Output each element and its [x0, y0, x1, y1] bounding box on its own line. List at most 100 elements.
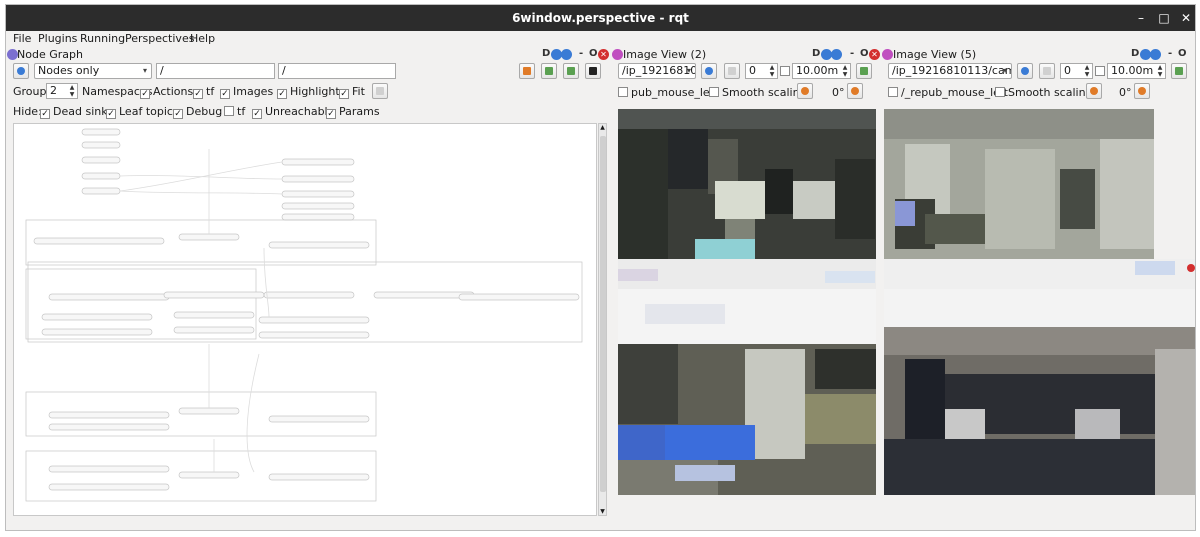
- image-view-2-save-button[interactable]: [856, 63, 872, 79]
- image-view-5-help-icon[interactable]: [1150, 49, 1161, 60]
- graph-node[interactable]: [81, 172, 121, 180]
- image-view-5-max-spinbox[interactable]: 10.00m ▲ ▼: [1107, 63, 1166, 79]
- menu-running[interactable]: Running: [80, 32, 125, 45]
- graph-node[interactable]: [48, 483, 170, 491]
- save-svg-button[interactable]: [563, 63, 579, 79]
- image-view-2-pub-checkbox[interactable]: pub_mouse_left: [618, 86, 718, 99]
- title-bar[interactable]: 6window.perspective - rqt – □ ✕: [6, 5, 1195, 31]
- image-view-5-dock-d[interactable]: D: [1131, 48, 1139, 59]
- graph-node[interactable]: [263, 291, 355, 299]
- graph-node[interactable]: [458, 293, 580, 301]
- save-dot-button[interactable]: [541, 63, 557, 79]
- image-view-2-smooth-checkbox[interactable]: Smooth scaling: [709, 86, 807, 99]
- node-graph-float[interactable]: O: [589, 48, 598, 59]
- image-view-2-topic-select[interactable]: /ip_19216810 ▾: [618, 63, 696, 79]
- graph-node[interactable]: [178, 233, 240, 241]
- refresh-graph-button[interactable]: [13, 63, 29, 79]
- image-view-5-float[interactable]: O: [1178, 48, 1187, 59]
- debug-checkbox[interactable]: ✓ Debug: [173, 105, 222, 119]
- tf-checkbox[interactable]: ✓ tf: [193, 85, 214, 99]
- image-view-2-refresh-button[interactable]: [701, 63, 717, 79]
- graph-node[interactable]: [48, 465, 170, 473]
- node-graph-dock-d[interactable]: D: [542, 48, 550, 59]
- image-view-2-dock-d[interactable]: D: [812, 48, 820, 59]
- topic-filter-input[interactable]: /: [278, 63, 396, 79]
- graph-node[interactable]: [281, 158, 355, 166]
- maximize-icon[interactable]: □: [1156, 10, 1172, 26]
- actions-checkbox[interactable]: ✓ Actions: [140, 85, 193, 99]
- spin-arrows-icon[interactable]: ▲ ▼: [841, 64, 849, 78]
- close-icon[interactable]: ✕: [1178, 10, 1194, 26]
- image-view-5-topic-select[interactable]: /ip_19216810113/camer ▾: [888, 63, 1012, 79]
- scroll-down-icon[interactable]: ▼: [599, 508, 606, 515]
- graph-node[interactable]: [48, 411, 170, 419]
- graph-node[interactable]: [258, 331, 370, 339]
- menu-file[interactable]: File: [13, 32, 31, 45]
- params-checkbox[interactable]: ✓ Params: [326, 105, 380, 119]
- camera-image-area[interactable]: [605, 109, 1195, 495]
- node-filter-input[interactable]: /: [156, 63, 275, 79]
- image-view-5-title-bar[interactable]: Image View (5) D - O: [882, 47, 1195, 63]
- highlight-checkbox[interactable]: ✓ Highlight: [277, 85, 340, 99]
- graph-node[interactable]: [48, 423, 170, 431]
- graph-node[interactable]: [268, 415, 370, 423]
- graph-node[interactable]: [81, 187, 121, 195]
- group-spinbox[interactable]: 2 ▲ ▼: [46, 83, 78, 99]
- image-view-5-rotate-left-button[interactable]: [1086, 83, 1102, 99]
- node-graph-minimize[interactable]: -: [579, 48, 583, 59]
- spin-arrows-icon[interactable]: ▲ ▼: [1156, 64, 1164, 78]
- graph-node[interactable]: [281, 175, 355, 183]
- image-view-5-save-button[interactable]: [1171, 63, 1187, 79]
- image-view-5-pub-checkbox[interactable]: /_repub_mouse_left: [888, 86, 1008, 99]
- image-view-2-title-bar[interactable]: Image View (2) D - O ✕: [612, 47, 882, 63]
- graph-node[interactable]: [81, 156, 121, 164]
- graph-node[interactable]: [281, 190, 355, 198]
- node-graph-close-icon[interactable]: ✕: [598, 49, 609, 60]
- graph-node[interactable]: [173, 311, 255, 319]
- image-view-2-max-spinbox[interactable]: 10.00m ▲ ▼: [792, 63, 851, 79]
- graph-node[interactable]: [81, 141, 121, 149]
- graph-node[interactable]: [41, 328, 153, 336]
- load-dot-button[interactable]: [519, 63, 535, 79]
- image-view-5-refresh-button[interactable]: [1017, 63, 1033, 79]
- graph-node[interactable]: [178, 407, 240, 415]
- graph-mode-select[interactable]: Nodes only ▾: [34, 63, 152, 79]
- image-view-2-min-spinbox[interactable]: 0 ▲ ▼: [745, 63, 778, 79]
- image-view-2-help-icon[interactable]: [831, 49, 842, 60]
- graph-node[interactable]: [178, 471, 240, 479]
- menu-plugins[interactable]: Plugins: [38, 32, 77, 45]
- menu-perspectives[interactable]: Perspectives: [125, 32, 194, 45]
- graph-node[interactable]: [268, 473, 370, 481]
- image-view-2-float[interactable]: O: [860, 48, 869, 59]
- images-checkbox[interactable]: ✓ Images: [220, 85, 273, 99]
- graph-node[interactable]: [258, 316, 370, 324]
- spin-arrows-icon[interactable]: ▲ ▼: [1083, 64, 1091, 78]
- image-view-5-min-spinbox[interactable]: 0 ▲ ▼: [1060, 63, 1093, 79]
- image-view-2-zoom-button[interactable]: [724, 63, 740, 79]
- image-view-5-smooth-checkbox[interactable]: Smooth scaling: [995, 86, 1093, 99]
- image-view-2-close-icon[interactable]: ✕: [869, 49, 880, 60]
- image-view-5-minimize[interactable]: -: [1168, 48, 1172, 59]
- node-graph-title-bar[interactable]: Node Graph D - O ✕: [6, 47, 612, 63]
- graph-node[interactable]: [173, 326, 255, 334]
- save-image-button[interactable]: [585, 63, 601, 79]
- fit-checkbox[interactable]: ✓ Fit: [339, 85, 365, 99]
- graph-node[interactable]: [33, 237, 165, 245]
- graph-node[interactable]: [163, 291, 265, 299]
- node-graph-help-icon[interactable]: [561, 49, 572, 60]
- image-view-5-rotate-right-button[interactable]: [1134, 83, 1150, 99]
- graph-node[interactable]: [81, 128, 121, 136]
- graph-node[interactable]: [281, 213, 355, 221]
- unreachable-checkbox[interactable]: ✓ Unreachable: [252, 105, 334, 119]
- hide-tf-checkbox[interactable]: tf: [224, 105, 245, 118]
- menu-help[interactable]: Help: [190, 32, 215, 45]
- graph-node[interactable]: [281, 202, 355, 210]
- minimize-icon[interactable]: –: [1133, 10, 1149, 26]
- fit-in-view-button[interactable]: [372, 83, 388, 99]
- image-view-5-zoom-button[interactable]: [1039, 63, 1055, 79]
- image-view-2-rotate-right-button[interactable]: [847, 83, 863, 99]
- dead-sinks-checkbox[interactable]: ✓ Dead sinks: [40, 105, 113, 119]
- spin-arrows-icon[interactable]: ▲ ▼: [68, 84, 76, 98]
- spin-arrows-icon[interactable]: ▲ ▼: [768, 64, 776, 78]
- graph-node[interactable]: [48, 293, 170, 301]
